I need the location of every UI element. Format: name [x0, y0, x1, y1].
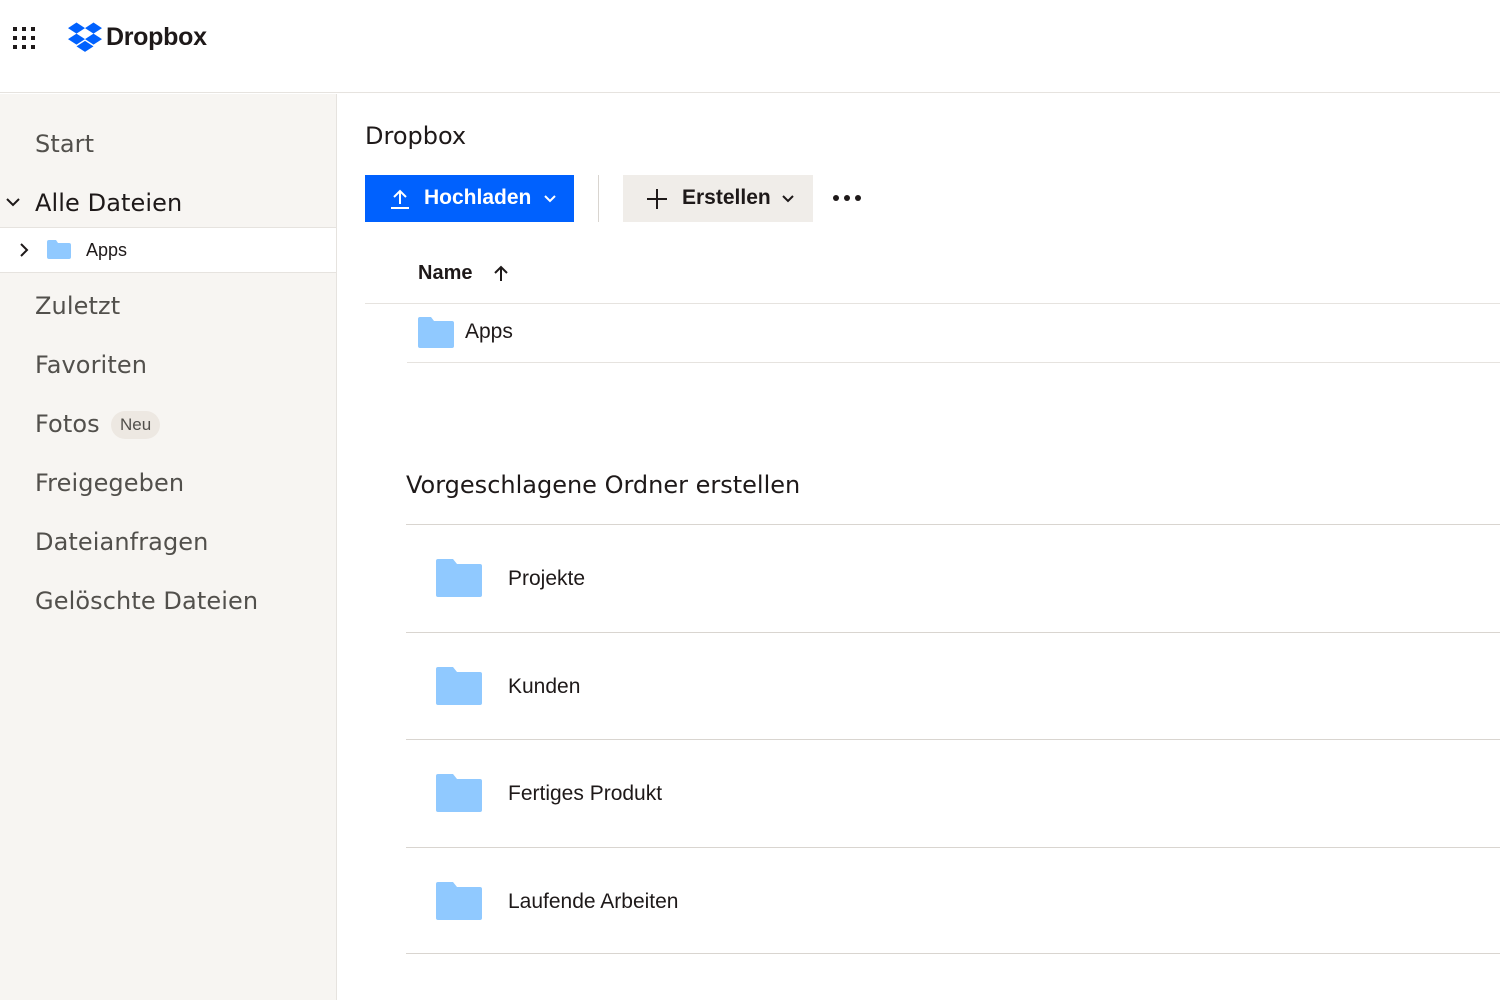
sidebar-item-label: Fotos — [35, 410, 100, 438]
toolbar-divider — [598, 175, 599, 222]
chevron-right-icon[interactable] — [15, 241, 33, 259]
folder-icon — [436, 774, 482, 812]
plus-icon — [647, 189, 667, 209]
sidebar-item-label: Zuletzt — [35, 292, 121, 320]
upload-icon — [391, 189, 409, 209]
sidebar-item-label: Favoriten — [35, 351, 148, 379]
upload-button-label: Hochladen — [424, 186, 532, 209]
suggested-folder-name: Fertiges Produkt — [508, 782, 663, 805]
list-item[interactable]: Projekte — [406, 524, 1500, 632]
column-header-name[interactable]: Name — [418, 262, 472, 285]
new-badge: Neu — [111, 411, 161, 439]
sidebar-item-start[interactable]: Start — [0, 120, 336, 168]
chevron-down-icon — [782, 195, 794, 203]
upload-button[interactable]: Hochladen — [365, 175, 574, 222]
chevron-down-icon — [544, 195, 556, 203]
sidebar-tree-item-apps[interactable]: Apps — [0, 227, 336, 273]
sidebar-item-label: Alle Dateien — [35, 189, 183, 217]
sidebar-item-label: Gelöschte Dateien — [35, 587, 259, 615]
folder-icon — [436, 666, 482, 705]
apps-grid-icon[interactable] — [12, 26, 36, 50]
top-bar: Dropbox — [0, 0, 1500, 93]
create-button[interactable]: Erstellen — [623, 175, 813, 222]
dropbox-logo[interactable]: Dropbox — [68, 20, 207, 54]
sidebar: Start Alle Dateien Apps Zuletzt Favorite… — [0, 94, 337, 1000]
create-button-label: Erstellen — [682, 186, 771, 209]
list-item[interactable]: Fertiges Produkt — [406, 739, 1500, 847]
arrow-up-icon[interactable] — [492, 265, 510, 283]
sidebar-item-label: Dateianfragen — [35, 528, 209, 556]
file-name[interactable]: Apps — [465, 320, 513, 344]
sidebar-item-label: Freigegeben — [35, 469, 185, 497]
list-item[interactable]: Kunden — [406, 631, 1500, 740]
folder-icon — [418, 317, 454, 348]
sidebar-tree-label: Apps — [86, 240, 128, 260]
sidebar-item-favorites[interactable]: Favoriten — [0, 341, 336, 389]
folder-icon — [436, 559, 482, 597]
list-item[interactable]: Laufende Arbeiten — [406, 846, 1500, 954]
suggested-folder-name: Kunden — [508, 674, 581, 698]
table-row[interactable]: Apps — [407, 304, 1500, 363]
sidebar-item-all-files[interactable]: Alle Dateien — [0, 179, 336, 227]
folder-icon — [436, 881, 482, 920]
suggested-folder-name: Laufende Arbeiten — [508, 889, 679, 913]
sidebar-item-recent[interactable]: Zuletzt — [0, 282, 336, 330]
sidebar-item-shared[interactable]: Freigegeben — [0, 459, 336, 507]
sidebar-item-deleted-files[interactable]: Gelöschte Dateien — [0, 577, 336, 625]
sidebar-item-photos[interactable]: Fotos Neu — [0, 400, 336, 448]
sidebar-item-file-requests[interactable]: Dateianfragen — [0, 518, 336, 566]
chevron-down-icon[interactable] — [4, 193, 22, 211]
file-list-header: Name — [365, 249, 1500, 304]
suggested-folders-title: Vorgeschlagene Ordner erstellen — [406, 471, 801, 499]
suggested-folder-name: Projekte — [508, 567, 586, 590]
suggested-folders-list: Projekte Kunden Fertiges Produkt Laufend… — [406, 524, 1500, 954]
more-horizontal-icon — [833, 195, 861, 201]
page-title: Dropbox — [365, 122, 467, 150]
more-options-button[interactable] — [831, 184, 863, 212]
dropbox-box-icon — [68, 22, 102, 52]
sidebar-item-label: Start — [35, 130, 95, 158]
main-content: Dropbox Hochladen Erstellen Name Apps Vo… — [337, 94, 1500, 1000]
folder-icon — [47, 240, 71, 259]
brand-name: Dropbox — [106, 22, 207, 51]
